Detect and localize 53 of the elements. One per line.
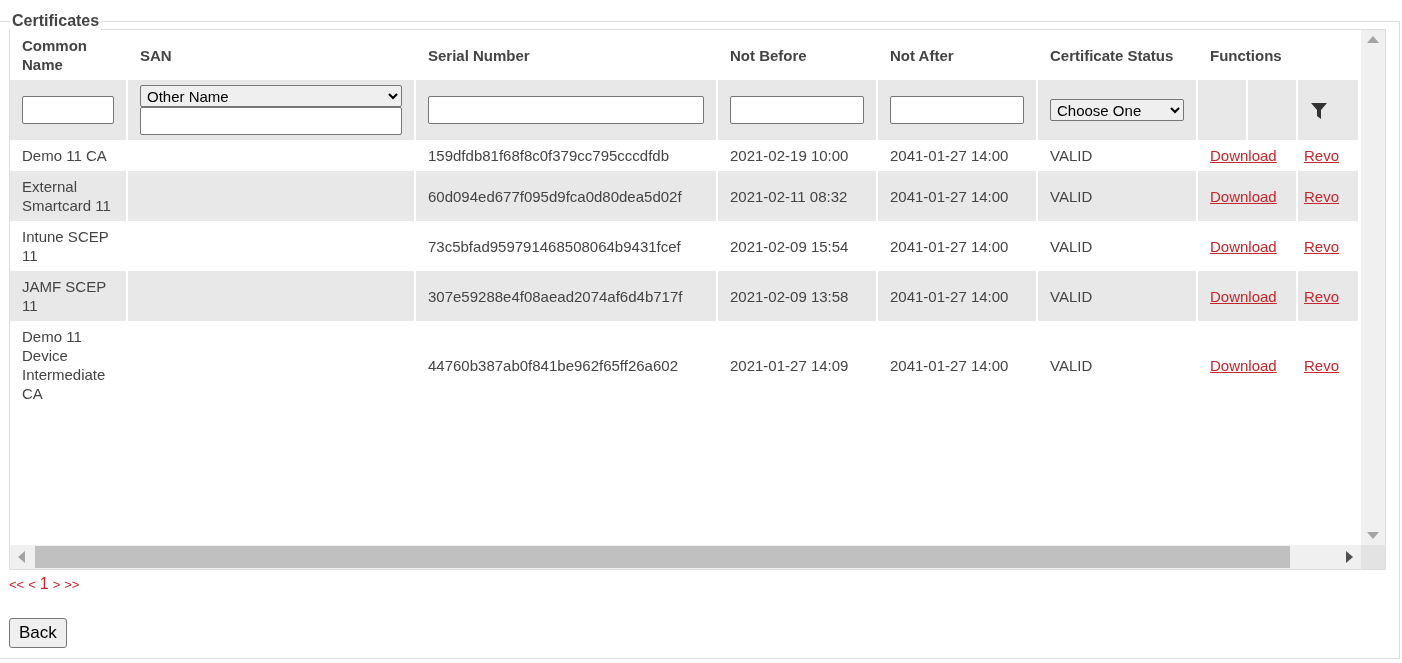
not-after-date: 2041-01-27 14:00 <box>890 187 1009 205</box>
page-link[interactable]: < <box>28 575 36 595</box>
download-link[interactable]: Download <box>1210 237 1277 255</box>
not-after-date: 2041-01-27 14:00 <box>890 237 1009 255</box>
san-type-dropdown[interactable]: Other Name <box>140 85 402 107</box>
not-after-date: 2041-01-27 14:00 <box>890 147 1009 164</box>
back-button[interactable]: Back <box>9 618 67 648</box>
not-before-date: 2021-01-27 14:09 <box>730 356 849 374</box>
not-before-date: 2021-02-11 08:32 <box>730 187 848 205</box>
serial-number: 159dfdb81f68f8c0f379cc795cccdfdb <box>428 147 670 164</box>
status-dropdown[interactable]: Choose One <box>1050 99 1184 121</box>
common-name: Demo 11 Device Intermediate CA <box>22 328 106 402</box>
common-name: JAMF SCEP 11 <box>22 278 106 314</box>
column-header: Certificate Status <box>1050 46 1174 64</box>
download-link[interactable]: Download <box>1210 356 1277 374</box>
column-header: Not After <box>890 46 954 64</box>
serial-number: 44760b387ab0f841be962f65ff26a602 <box>428 356 678 374</box>
column-header: Common Name <box>22 37 87 73</box>
serial-number: 60d094ed677f095d9fca0d80dea5d02f <box>428 187 682 205</box>
not-before-date: 2021-02-09 15:54 <box>730 237 849 255</box>
not-before-date: 2021-02-19 10:00 <box>730 147 849 164</box>
page-link[interactable]: 1 <box>39 572 49 596</box>
not-before-date: 2021-02-09 13:58 <box>730 287 849 305</box>
serial-number: 307e59288e4f08aead2074af6d4b717f <box>428 287 683 305</box>
not-after-date: 2041-01-27 14:00 <box>890 356 1009 374</box>
revoke-link[interactable]: Revo <box>1304 237 1340 255</box>
status-text: VALID <box>1050 147 1093 164</box>
common-name: Demo 11 CA <box>22 147 107 164</box>
revoke-link[interactable]: Revo <box>1304 356 1340 374</box>
column-header: Serial Number <box>428 46 530 64</box>
not-before-filter[interactable] <box>730 96 864 124</box>
column-header: Not Before <box>730 46 807 64</box>
common-name: Intune SCEP 11 <box>22 228 109 264</box>
page-link[interactable]: << <box>9 575 25 595</box>
status-text: VALID <box>1050 237 1093 255</box>
serial-number: 73c5bfad959791468508064b9431fcef <box>428 237 681 255</box>
scroll-right-icon[interactable] <box>1346 551 1353 563</box>
status-text: VALID <box>1050 356 1093 374</box>
common-name: External Smartcard 11 <box>22 178 111 214</box>
serial-number-filter[interactable] <box>428 96 704 124</box>
not-after-date: 2041-01-27 14:00 <box>890 287 1009 305</box>
status-text: VALID <box>1050 187 1093 205</box>
filter-icon[interactable] <box>1310 102 1328 120</box>
page-link[interactable]: > <box>52 575 61 595</box>
common-name-filter[interactable] <box>22 96 114 124</box>
not-after-filter[interactable] <box>890 96 1024 124</box>
status-text: VALID <box>1050 287 1093 305</box>
revoke-link[interactable]: Revo <box>1304 147 1340 164</box>
column-header: SAN <box>140 46 172 64</box>
download-link[interactable]: Download <box>1210 147 1277 164</box>
san-filter[interactable] <box>140 107 402 135</box>
column-header: Functions <box>1210 46 1282 64</box>
page-link[interactable]: >> <box>64 575 80 595</box>
